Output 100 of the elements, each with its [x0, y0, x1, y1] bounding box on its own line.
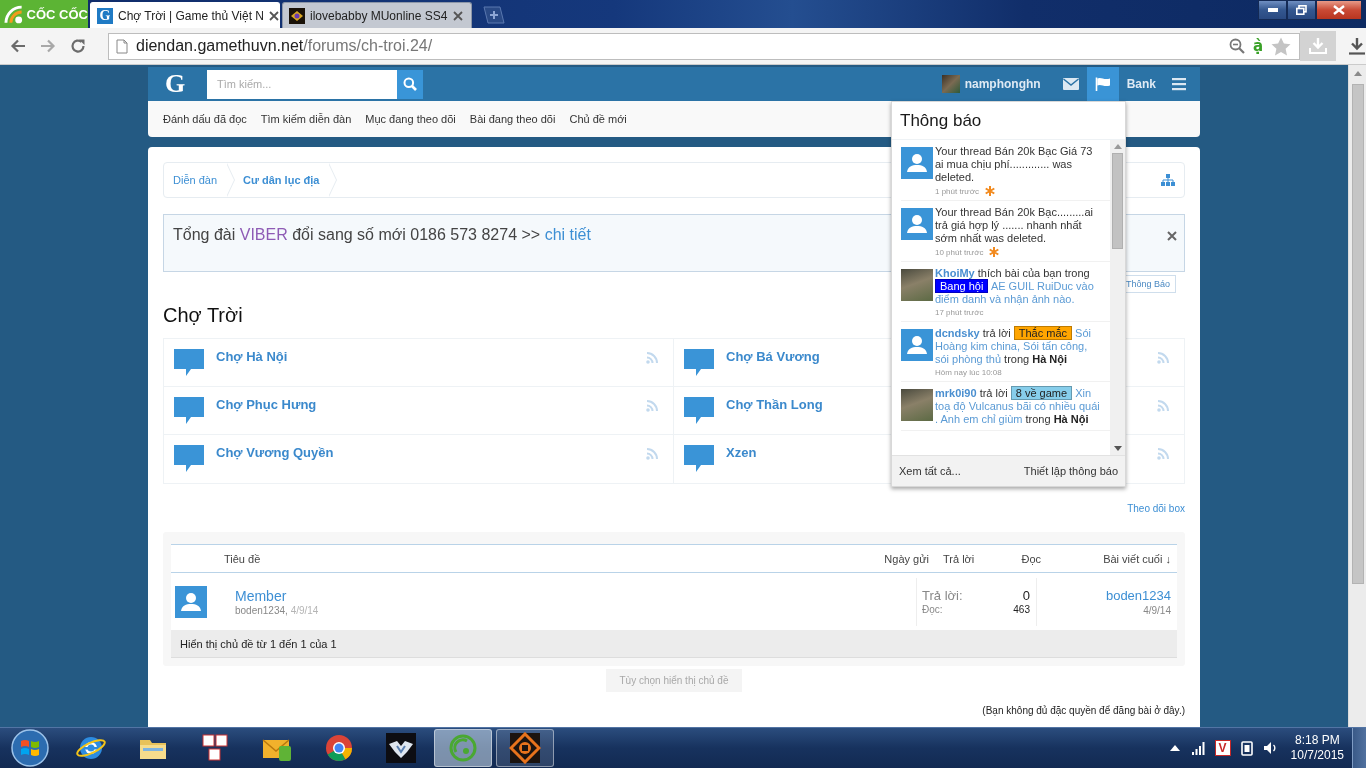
default-avatar-icon[interactable]	[901, 329, 933, 361]
forward-icon[interactable]	[40, 38, 56, 54]
column-header[interactable]: Bài viết cuối ↓	[1041, 552, 1171, 565]
start-orb-icon[interactable]	[11, 729, 49, 767]
scrollbar-thumb[interactable]	[1351, 84, 1364, 584]
minimize-button[interactable]	[1258, 0, 1287, 20]
user-link[interactable]: KhoiMy	[935, 267, 975, 279]
thread-prefix: 8 về game	[1010, 386, 1073, 400]
chevron-logo-icon[interactable]	[385, 732, 417, 764]
nav-link[interactable]: Bank	[1118, 67, 1164, 101]
column-header[interactable]: Trả lời	[943, 552, 989, 565]
forum-link[interactable]: Chợ Vương Quyền	[216, 445, 334, 460]
forum-link[interactable]: Chợ Thần Long	[726, 397, 823, 412]
signal-bars-icon[interactable]	[1190, 740, 1207, 756]
nav-link[interactable]: Bài đang theo dõi	[469, 113, 556, 125]
round-browser-icon[interactable]	[323, 732, 355, 764]
alerts-button[interactable]	[1086, 67, 1119, 101]
thread-title-link[interactable]: Member	[235, 587, 287, 604]
restore-button[interactable]	[1287, 0, 1316, 20]
column-header[interactable]: Đọc	[989, 552, 1041, 565]
browser-logo-icon	[3, 4, 23, 24]
alert-text: Your thread Bán 20k Bạc.........ai trả giá hợp lý ....... nhanh nhất sớm nhất was deleted.	[935, 206, 1094, 245]
bookmark-star-icon[interactable]	[1271, 36, 1291, 56]
alert-text: Your thread Bán 20k Bạc Giá 73 ai mua chịu phí............. was deleted.	[935, 145, 1094, 184]
download-icon[interactable]	[1348, 37, 1366, 55]
search-icon	[403, 77, 417, 91]
alert-time: 1 phút trước	[935, 186, 979, 196]
scroll-down-icon[interactable]	[1113, 446, 1122, 451]
close-tab-icon[interactable]	[269, 10, 279, 21]
browser-tab[interactable]: G Chợ Trời | Game thủ Việt N	[90, 2, 280, 28]
view-all-link[interactable]: Xem tất cả...	[899, 465, 961, 477]
nav-link[interactable]: Tìm kiếm diễn đàn	[260, 113, 352, 125]
speech-bubble-icon	[684, 349, 714, 376]
scroll-up-icon[interactable]	[1113, 144, 1122, 149]
thread-prefix: Thắc mắc	[1013, 326, 1073, 340]
forum-link[interactable]: Chợ Bá Vương	[726, 349, 820, 364]
nav-link[interactable]: Mục đang theo dõi	[365, 113, 456, 125]
emblem-icon[interactable]	[509, 732, 541, 764]
search-field[interactable]: Tìm kiếm...	[207, 69, 397, 99]
zoom-out-icon[interactable]	[1228, 38, 1245, 54]
sitemap-icon[interactable]	[1161, 174, 1175, 186]
close-icon	[1333, 5, 1345, 15]
popup-scrollbar[interactable]	[1110, 140, 1125, 455]
forum-link[interactable]: Xzen	[726, 445, 757, 460]
breadcrumb-link[interactable]: Diễn đàn	[164, 163, 240, 197]
input-method-toggle[interactable]: ạ̀	[1252, 37, 1263, 55]
nav-link[interactable]: Đánh dấu đã đọc	[163, 113, 247, 125]
tiles-icon[interactable]	[199, 732, 231, 764]
alert-text: KhoiMy thích bài của bạn trong Bang hội AE GUIL RuiDuc vào điểm danh và nhận ảnh nào.	[935, 267, 1095, 306]
site-logo[interactable]: G	[165, 69, 191, 99]
envelope-icon[interactable]	[1062, 77, 1079, 91]
watch-forum-link[interactable]: Theo dõi box	[1127, 503, 1185, 514]
default-avatar-icon[interactable]	[901, 147, 933, 179]
default-avatar-icon[interactable]	[901, 208, 933, 240]
column-header[interactable]: Ngày gửi	[869, 552, 929, 565]
user-link[interactable]: dcndsky	[935, 327, 980, 339]
breadcrumb-link[interactable]: Cư dân lục địa	[239, 163, 342, 197]
nav-link[interactable]: Chủ đề mới	[569, 113, 627, 125]
speech-bubble-icon	[174, 349, 204, 376]
alert-text: mrk0i90 trả lời 8 về game Xin toạ độ Vulcanus bãi có nhiều quái . Anh em chỉ giùm trong Hà Nội	[935, 387, 1101, 426]
tray-app-button[interactable]: V	[1214, 740, 1231, 756]
search-button[interactable]	[397, 69, 423, 99]
browser-menu-button[interactable]: CỐC CỐC	[0, 0, 88, 28]
flag-icon[interactable]	[1094, 77, 1111, 91]
taskbar-window-button[interactable]	[496, 729, 554, 767]
last-poster-link[interactable]: boden1234	[1105, 587, 1171, 603]
views-label: Đọc:	[922, 604, 943, 615]
details-link[interactable]: chi tiết	[544, 226, 591, 243]
show-desktop-button[interactable]	[1352, 727, 1366, 768]
display-options-button[interactable]: Tùy chọn hiển thị chủ đề	[605, 669, 743, 692]
new-tab-icon[interactable]	[480, 6, 506, 24]
list-summary-bar: Hiển thị chủ đề từ 1 đến 1 của 1	[171, 630, 1177, 658]
battery-icon[interactable]	[1238, 740, 1255, 756]
forum-title: Chợ Trời	[163, 303, 243, 327]
speech-bubble-icon	[174, 445, 204, 472]
user-link[interactable]: mrk0i90	[935, 387, 977, 399]
default-avatar-icon[interactable]	[175, 585, 207, 618]
clock-time[interactable]: 8:18 PM	[1294, 733, 1340, 748]
close-icon[interactable]	[1167, 231, 1177, 241]
reload-icon[interactable]	[70, 38, 86, 54]
back-icon[interactable]	[10, 38, 26, 54]
author-link[interactable]: boden1234,	[235, 604, 288, 616]
page-scrollbar[interactable]	[1348, 65, 1366, 727]
column-header[interactable]: Tiêu đề	[224, 552, 261, 565]
address-field[interactable]: diendan.gamethuvn.net/forums/ch-troi.24/ ạ̀	[108, 32, 1300, 60]
close-tab-icon[interactable]	[453, 10, 463, 21]
page-icon	[116, 38, 128, 54]
menu-icon[interactable]	[1172, 77, 1188, 91]
close-window-button[interactable]	[1316, 0, 1362, 20]
download-icon	[1309, 38, 1327, 54]
ring-dot-icon[interactable]	[447, 732, 479, 764]
replies-label: Trả lời:	[922, 588, 963, 603]
forum-link[interactable]: Chợ Hà Nội	[216, 349, 288, 364]
browser-tab[interactable]: ilovebabby MUonline SS4	[282, 2, 472, 28]
forum-link[interactable]: Chợ Phục Hưng	[216, 397, 317, 412]
clock-date[interactable]: 10/7/2015	[1290, 748, 1344, 763]
alert-settings-link[interactable]: Thiết lập thông báo	[1023, 465, 1118, 477]
scrollbar-thumb[interactable]	[1112, 153, 1123, 249]
user-menu[interactable]: namphonghn	[933, 67, 1049, 101]
scroll-up-icon[interactable]	[1353, 71, 1362, 76]
